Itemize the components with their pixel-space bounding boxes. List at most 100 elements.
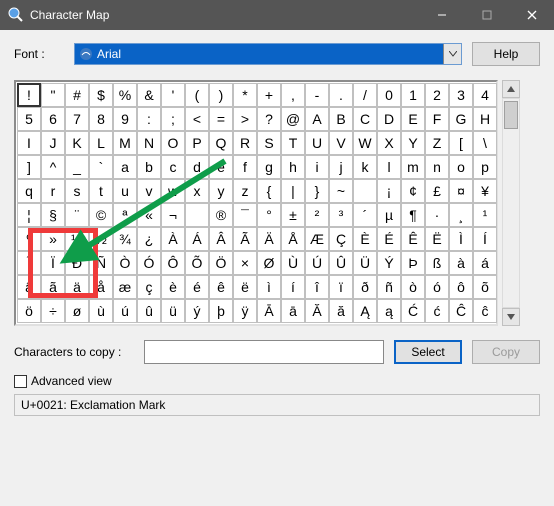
char-cell[interactable]: 7 bbox=[65, 107, 89, 131]
char-cell[interactable]: ¯ bbox=[233, 203, 257, 227]
char-cell[interactable]: Æ bbox=[305, 227, 329, 251]
char-cell[interactable]: Ĉ bbox=[449, 299, 473, 323]
char-cell[interactable]: ó bbox=[425, 275, 449, 299]
char-cell[interactable]: Ù bbox=[281, 251, 305, 275]
char-cell[interactable]: ¡ bbox=[377, 179, 401, 203]
char-cell[interactable]: Y bbox=[401, 131, 425, 155]
char-cell[interactable]: D bbox=[377, 107, 401, 131]
char-cell[interactable]: B bbox=[329, 107, 353, 131]
char-cell[interactable]: Ö bbox=[209, 251, 233, 275]
char-cell[interactable]: Í bbox=[473, 227, 497, 251]
char-cell[interactable]: ä bbox=[65, 275, 89, 299]
char-cell[interactable]: ? bbox=[257, 107, 281, 131]
close-button[interactable] bbox=[509, 0, 554, 30]
char-cell[interactable]: è bbox=[161, 275, 185, 299]
char-cell[interactable]: C bbox=[353, 107, 377, 131]
char-cell[interactable]: ¹ bbox=[473, 203, 497, 227]
char-cell[interactable]: - bbox=[305, 83, 329, 107]
char-cell[interactable]: ` bbox=[89, 155, 113, 179]
char-cell[interactable]: à bbox=[449, 251, 473, 275]
char-cell[interactable]: ¾ bbox=[113, 227, 137, 251]
char-cell[interactable]: ° bbox=[257, 203, 281, 227]
char-cell[interactable]: ¦ bbox=[17, 203, 41, 227]
char-cell[interactable]: ª bbox=[113, 203, 137, 227]
char-cell[interactable]: x bbox=[185, 179, 209, 203]
char-cell[interactable]: , bbox=[281, 83, 305, 107]
char-cell[interactable]: e bbox=[209, 155, 233, 179]
char-cell[interactable]: Ç bbox=[329, 227, 353, 251]
char-cell[interactable]: â bbox=[17, 275, 41, 299]
char-cell[interactable]: Ý bbox=[377, 251, 401, 275]
char-cell[interactable]: . bbox=[329, 83, 353, 107]
char-cell[interactable]: ' bbox=[161, 83, 185, 107]
char-cell[interactable]: ¥ bbox=[473, 179, 497, 203]
char-cell[interactable]: 1 bbox=[401, 83, 425, 107]
char-cell[interactable]: 2 bbox=[425, 83, 449, 107]
char-cell[interactable]: z bbox=[233, 179, 257, 203]
char-cell[interactable]: Ó bbox=[137, 251, 161, 275]
char-cell[interactable]: ÷ bbox=[41, 299, 65, 323]
char-cell[interactable]: [ bbox=[449, 131, 473, 155]
char-cell[interactable]: X bbox=[377, 131, 401, 155]
char-cell[interactable]: ā bbox=[281, 299, 305, 323]
char-cell[interactable]: J bbox=[41, 131, 65, 155]
char-cell[interactable]: ´ bbox=[353, 203, 377, 227]
char-cell[interactable]: + bbox=[257, 83, 281, 107]
char-cell[interactable]: Â bbox=[209, 227, 233, 251]
char-cell[interactable]: Ā bbox=[257, 299, 281, 323]
char-cell[interactable]: % bbox=[113, 83, 137, 107]
char-cell[interactable]: ü bbox=[161, 299, 185, 323]
char-cell[interactable]: ³ bbox=[329, 203, 353, 227]
scrollbar[interactable] bbox=[502, 80, 520, 326]
char-cell[interactable]: & bbox=[137, 83, 161, 107]
char-cell[interactable]: ­ bbox=[185, 203, 209, 227]
char-cell[interactable]: ì bbox=[257, 275, 281, 299]
char-cell[interactable]: a bbox=[113, 155, 137, 179]
char-cell[interactable]: $ bbox=[89, 83, 113, 107]
char-cell[interactable]: H bbox=[473, 107, 497, 131]
char-cell[interactable]: í bbox=[281, 275, 305, 299]
char-cell[interactable]: Ø bbox=[257, 251, 281, 275]
char-cell[interactable]: _ bbox=[65, 155, 89, 179]
char-cell[interactable]: ê bbox=[209, 275, 233, 299]
char-cell[interactable]: b bbox=[137, 155, 161, 179]
char-cell[interactable]: f bbox=[233, 155, 257, 179]
char-cell[interactable]: t bbox=[89, 179, 113, 203]
copy-button[interactable]: Copy bbox=[472, 340, 540, 364]
char-cell[interactable]: É bbox=[377, 227, 401, 251]
chars-to-copy-input[interactable] bbox=[144, 340, 384, 364]
char-cell[interactable]: ú bbox=[113, 299, 137, 323]
char-cell[interactable]: Ï bbox=[41, 251, 65, 275]
char-cell[interactable]: Î bbox=[17, 251, 41, 275]
char-cell[interactable]: # bbox=[65, 83, 89, 107]
char-cell[interactable]: £ bbox=[425, 179, 449, 203]
char-cell[interactable]: S bbox=[257, 131, 281, 155]
char-cell[interactable]: o bbox=[449, 155, 473, 179]
char-cell[interactable]: u bbox=[113, 179, 137, 203]
char-cell[interactable]: Ò bbox=[113, 251, 137, 275]
char-cell[interactable]: ^ bbox=[41, 155, 65, 179]
char-cell[interactable]: ¼ bbox=[65, 227, 89, 251]
char-cell[interactable]: À bbox=[161, 227, 185, 251]
char-cell[interactable]: i bbox=[305, 155, 329, 179]
char-cell[interactable]: 4 bbox=[473, 83, 497, 107]
char-cell[interactable]: ð bbox=[353, 275, 377, 299]
char-cell[interactable]: ò bbox=[401, 275, 425, 299]
char-cell[interactable]: ù bbox=[89, 299, 113, 323]
char-cell[interactable]: Ð bbox=[65, 251, 89, 275]
char-cell[interactable]: 3 bbox=[449, 83, 473, 107]
char-cell[interactable] bbox=[353, 179, 377, 203]
char-cell[interactable]: } bbox=[305, 179, 329, 203]
char-cell[interactable]: á bbox=[473, 251, 497, 275]
char-cell[interactable]: Ô bbox=[161, 251, 185, 275]
char-cell[interactable]: Ã bbox=[233, 227, 257, 251]
char-cell[interactable]: Ú bbox=[305, 251, 329, 275]
char-cell[interactable]: 0 bbox=[377, 83, 401, 107]
char-cell[interactable]: ! bbox=[17, 83, 41, 107]
char-cell[interactable]: ] bbox=[17, 155, 41, 179]
char-cell[interactable]: ß bbox=[425, 251, 449, 275]
char-cell[interactable]: E bbox=[401, 107, 425, 131]
char-cell[interactable]: ( bbox=[185, 83, 209, 107]
char-cell[interactable]: U bbox=[305, 131, 329, 155]
char-cell[interactable]: n bbox=[425, 155, 449, 179]
